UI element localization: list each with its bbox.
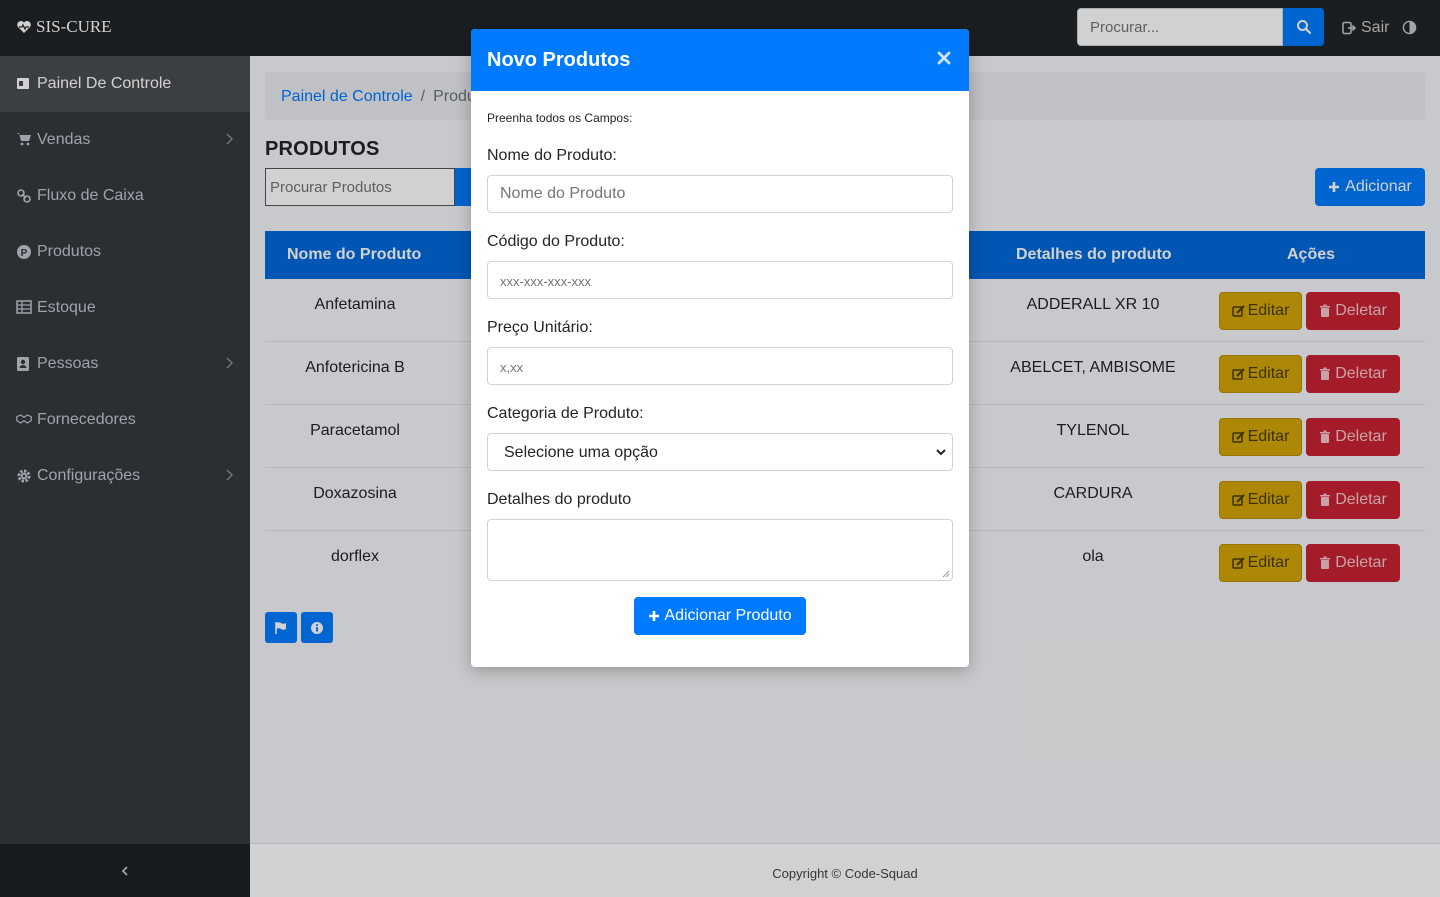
category-selected-value: Selecione uma opção [504,444,658,461]
product-details-textarea[interactable] [487,519,953,581]
unit-price-input[interactable] [487,347,953,385]
name-label: Nome do Produto: [487,147,617,164]
modal-header: Novo Produtos [471,29,969,91]
category-select[interactable]: Selecione uma opção [487,433,953,471]
resize-handle-icon[interactable] [942,570,950,578]
product-code-input[interactable] [487,261,953,299]
chevron-down-icon [936,449,946,456]
submit-label: Adicionar Produto [664,607,792,624]
modal-title: Novo Produtos [487,49,631,71]
new-product-modal: Novo Produtos Preenha todos os Campos: N… [471,29,969,667]
price-label: Preço Unitário: [487,319,593,336]
product-name-input[interactable] [487,175,953,213]
close-icon[interactable] [937,49,951,67]
plus-icon [649,611,660,621]
category-label: Categoria de Produto: [487,405,644,422]
add-product-submit-button[interactable]: Adicionar Produto [634,597,806,635]
form-hint: Preenha todos os Campos: [487,111,633,125]
code-label: Código do Produto: [487,233,625,250]
details-label: Detalhes do produto [487,491,632,508]
